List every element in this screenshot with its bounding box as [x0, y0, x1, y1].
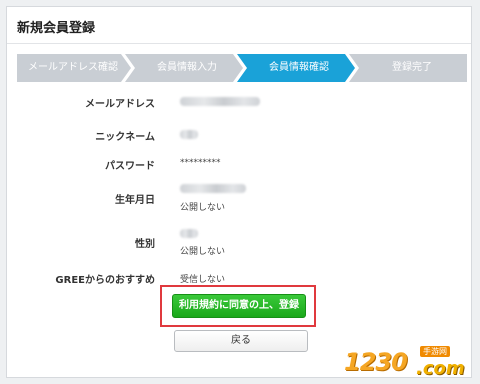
- password-label: パスワード: [105, 161, 155, 172]
- title-divider: [7, 43, 471, 44]
- step-complete: 登録完了: [392, 62, 432, 73]
- nickname-value-redacted: [180, 130, 198, 139]
- birthday-value-redacted: [180, 184, 246, 193]
- birthday-visibility: 公開しない: [180, 203, 226, 213]
- agree-and-register-button[interactable]: 利用規約に同意の上、登録: [172, 294, 306, 318]
- birthday-label: 生年月日: [115, 195, 155, 206]
- site-watermark-logo: 1230 手游网 .com: [344, 346, 480, 384]
- step-member-confirm: 会員情報確認: [269, 62, 329, 73]
- watermark-domain: .com: [416, 358, 465, 379]
- watermark-tag: 手游网: [420, 346, 450, 357]
- step-email-confirm: メールアドレス確認: [28, 62, 118, 73]
- back-button[interactable]: 戻る: [174, 330, 308, 352]
- gender-label: 性別: [135, 239, 155, 250]
- step-member-input: 会員情報入力: [157, 62, 217, 73]
- watermark-digits: 1230: [344, 348, 408, 376]
- progress-steps: メールアドレス確認 会員情報入力 会員情報確認 登録完了: [17, 54, 467, 82]
- gree-recommend-label: GREEからのおすすめ: [55, 275, 155, 286]
- email-value-redacted: [180, 97, 260, 106]
- gender-value-redacted: [180, 229, 198, 238]
- nickname-label: ニックネーム: [95, 132, 155, 143]
- gree-recommend-value: 受信しない: [180, 275, 226, 285]
- email-label: メールアドレス: [85, 99, 155, 110]
- page-title: 新規会員登録: [17, 21, 96, 36]
- submit-highlight-box: 利用規約に同意の上、登録: [160, 285, 316, 327]
- password-value: *********: [180, 158, 221, 168]
- gender-visibility: 公開しない: [180, 247, 226, 257]
